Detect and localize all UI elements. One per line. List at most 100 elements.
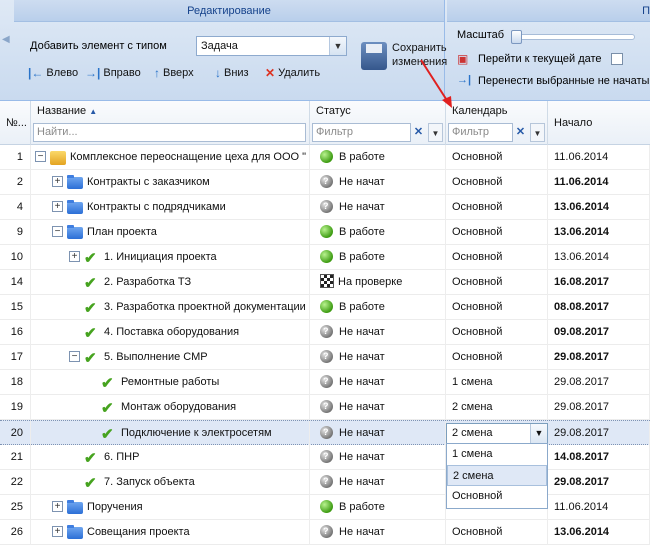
row-calendar[interactable]: Основной bbox=[446, 245, 548, 270]
table-row[interactable]: 4 + Контракты с подрядчиками Не начат Осн… bbox=[0, 195, 650, 220]
table-row[interactable]: 26 +Совещания проекта Не начат Основной … bbox=[0, 520, 650, 545]
row-name-cell[interactable]: + Контракты с заказчиком bbox=[31, 170, 310, 195]
goto-current-date-checkbox[interactable] bbox=[611, 53, 623, 65]
row-name-cell[interactable]: ✔ 6. ПНР bbox=[31, 445, 310, 470]
row-status-cell[interactable]: Не начат bbox=[310, 320, 446, 345]
row-start-date[interactable]: 09.08.2017 bbox=[548, 320, 650, 345]
column-header-num[interactable]: №... bbox=[0, 101, 31, 145]
row-name-cell[interactable]: ✔ Монтаж оборудования bbox=[31, 395, 310, 420]
move-right-button[interactable]: →| Вправо bbox=[85, 64, 141, 82]
row-status-cell[interactable]: Не начат bbox=[310, 470, 446, 495]
table-row[interactable]: 19 ✔ Монтаж оборудования Не начат 2 смена… bbox=[0, 395, 650, 420]
table-row[interactable]: 20 ✔Подключение к электросетям Не начат … bbox=[0, 420, 650, 446]
move-down-button[interactable]: ↓ Вниз bbox=[215, 64, 249, 82]
row-start-date[interactable]: 13.06.2014 bbox=[548, 195, 650, 220]
row-status-cell[interactable]: Не начат bbox=[310, 370, 446, 395]
row-calendar[interactable]: Основной bbox=[446, 195, 548, 220]
row-name-cell[interactable]: ✔ Ремонтные работы bbox=[31, 370, 310, 395]
chevron-down-icon[interactable]: ▼ bbox=[329, 37, 346, 55]
move-unstarted-button[interactable]: Перенести выбранные не начатые bbox=[478, 75, 650, 87]
expand-icon[interactable]: + bbox=[52, 176, 63, 187]
row-name-cell[interactable]: ✔ Подключение к электросетям bbox=[31, 421, 310, 446]
column-header-start[interactable]: Начало bbox=[548, 101, 650, 145]
name-search-input[interactable]: Найти... bbox=[33, 123, 306, 142]
row-name-cell[interactable]: − Комплексное переоснащение цеха для ООО … bbox=[31, 145, 310, 170]
goto-current-date-label[interactable]: Перейти к текущей дате bbox=[478, 53, 602, 65]
row-name-cell[interactable]: ✔ 7. Запуск объекта bbox=[31, 470, 310, 495]
row-start-date[interactable]: 11.06.2014 bbox=[548, 170, 650, 195]
row-status-cell[interactable]: Не начат bbox=[310, 421, 446, 446]
chevron-down-icon[interactable]: ▼ bbox=[530, 123, 545, 142]
table-row[interactable]: 25 + Поручения В работе 11.06.2014 bbox=[0, 495, 650, 520]
row-start-date[interactable]: 08.08.2017 bbox=[548, 295, 650, 320]
delete-button[interactable]: ✕ Удалить bbox=[265, 64, 320, 82]
collapse-icon[interactable]: − bbox=[35, 151, 46, 162]
row-calendar[interactable]: Основной bbox=[446, 220, 548, 245]
scale-slider[interactable] bbox=[511, 30, 635, 44]
expand-icon[interactable]: + bbox=[52, 201, 63, 212]
move-left-button[interactable]: |← Влево bbox=[28, 64, 78, 82]
row-name-cell[interactable]: ✔ 3. Разработка проектной документации bbox=[31, 295, 310, 320]
table-row[interactable]: 22 ✔ 7. Запуск объекта Не начат 29.08.201… bbox=[0, 470, 650, 495]
table-row[interactable]: 2 + Контракты с заказчиком Не начат Основ… bbox=[0, 170, 650, 195]
row-start-date[interactable]: 16.08.2017 bbox=[548, 270, 650, 295]
row-start-date[interactable]: 13.06.2014 bbox=[548, 245, 650, 270]
row-name-cell[interactable]: + Совещания проекта bbox=[31, 520, 310, 545]
row-name-cell[interactable]: + Поручения bbox=[31, 495, 310, 520]
row-name-cell[interactable]: − ✔ 5. Выполнение СМР bbox=[31, 345, 310, 370]
row-status-cell[interactable]: Не начат bbox=[310, 345, 446, 370]
scale-slider-handle[interactable] bbox=[511, 30, 522, 44]
table-row[interactable]: 21 ✔ 6. ПНР Не начат 14.08.2017 bbox=[0, 445, 650, 470]
row-calendar[interactable]: Основной bbox=[446, 320, 548, 345]
collapse-icon[interactable]: − bbox=[52, 226, 63, 237]
table-row[interactable]: 15 ✔ 3. Разработка проектной документации… bbox=[0, 295, 650, 320]
table-row[interactable]: 10 + ✔ 1. Инициация проекта В работе Основ… bbox=[0, 245, 650, 270]
row-name-cell[interactable]: ✔ 2. Разработка ТЗ bbox=[31, 270, 310, 295]
table-row[interactable]: 1 − Комплексное переоснащение цеха для ОО… bbox=[0, 145, 650, 170]
calendar-cell-editor[interactable]: 2 смена ▼ bbox=[446, 423, 548, 444]
row-status-cell[interactable]: На проверке bbox=[310, 270, 446, 295]
row-status-cell[interactable]: Не начат bbox=[310, 445, 446, 470]
row-status-cell[interactable]: Не начат bbox=[310, 395, 446, 420]
clear-filter-icon[interactable]: ✕ bbox=[411, 123, 426, 142]
row-name-cell[interactable]: + ✔ 1. Инициация проекта bbox=[31, 245, 310, 270]
chevron-down-icon[interactable]: ▼ bbox=[530, 424, 547, 443]
row-calendar[interactable]: 2 смена bbox=[446, 395, 548, 420]
row-calendar[interactable]: Основной bbox=[446, 520, 548, 545]
row-start-date[interactable]: 11.06.2014 bbox=[548, 495, 650, 520]
row-start-date[interactable]: 11.06.2014 bbox=[548, 145, 650, 170]
row-start-date[interactable]: 29.08.2017 bbox=[548, 345, 650, 370]
row-start-date[interactable]: 29.08.2017 bbox=[548, 421, 650, 446]
expand-icon[interactable]: + bbox=[52, 501, 63, 512]
status-filter-input[interactable]: Фильтр bbox=[312, 123, 411, 142]
table-row[interactable]: 14 ✔ 2. Разработка ТЗ На проверке Основно… bbox=[0, 270, 650, 295]
row-status-cell[interactable]: В работе bbox=[310, 495, 446, 520]
row-calendar[interactable]: Основной bbox=[446, 345, 548, 370]
collapse-left-icon[interactable]: ◀ bbox=[2, 34, 14, 45]
row-start-date[interactable]: 29.08.2017 bbox=[548, 370, 650, 395]
row-start-date[interactable]: 13.06.2014 bbox=[548, 220, 650, 245]
row-start-date[interactable]: 14.08.2017 bbox=[548, 445, 650, 470]
row-start-date[interactable]: 29.08.2017 bbox=[548, 470, 650, 495]
table-row[interactable]: 16 ✔ 4. Поставка оборудования Не начат Ос… bbox=[0, 320, 650, 345]
add-type-select[interactable]: Задача ▼ bbox=[196, 36, 347, 56]
dropdown-option[interactable]: Основной bbox=[447, 486, 547, 507]
row-calendar[interactable]: Основной bbox=[446, 270, 548, 295]
row-start-date[interactable]: 29.08.2017 bbox=[548, 395, 650, 420]
expand-icon[interactable]: + bbox=[52, 526, 63, 537]
table-row[interactable]: 17 −✔ 5. Выполнение СМР Не начат Основной… bbox=[0, 345, 650, 370]
row-status-cell[interactable]: В работе bbox=[310, 245, 446, 270]
dropdown-option-selected[interactable]: 2 смена bbox=[447, 465, 547, 486]
table-row[interactable]: 18 ✔ Ремонтные работы Не начат 1 смена 29… bbox=[0, 370, 650, 395]
move-up-button[interactable]: ↑ Вверх bbox=[154, 64, 194, 82]
dropdown-option[interactable]: 1 смена bbox=[447, 444, 547, 465]
row-status-cell[interactable]: Не начат bbox=[310, 520, 446, 545]
row-status-cell[interactable]: В работе bbox=[310, 295, 446, 320]
clear-filter-icon[interactable]: ✕ bbox=[513, 123, 528, 142]
calendar-filter-input[interactable]: Фильтр bbox=[448, 123, 513, 142]
row-calendar[interactable]: Основной bbox=[446, 145, 548, 170]
collapse-icon[interactable]: − bbox=[69, 351, 80, 362]
column-header-calendar[interactable]: Календарь Фильтр ✕ ▼ bbox=[446, 101, 548, 145]
row-calendar[interactable]: Основной bbox=[446, 295, 548, 320]
row-name-cell[interactable]: − План проекта bbox=[31, 220, 310, 245]
